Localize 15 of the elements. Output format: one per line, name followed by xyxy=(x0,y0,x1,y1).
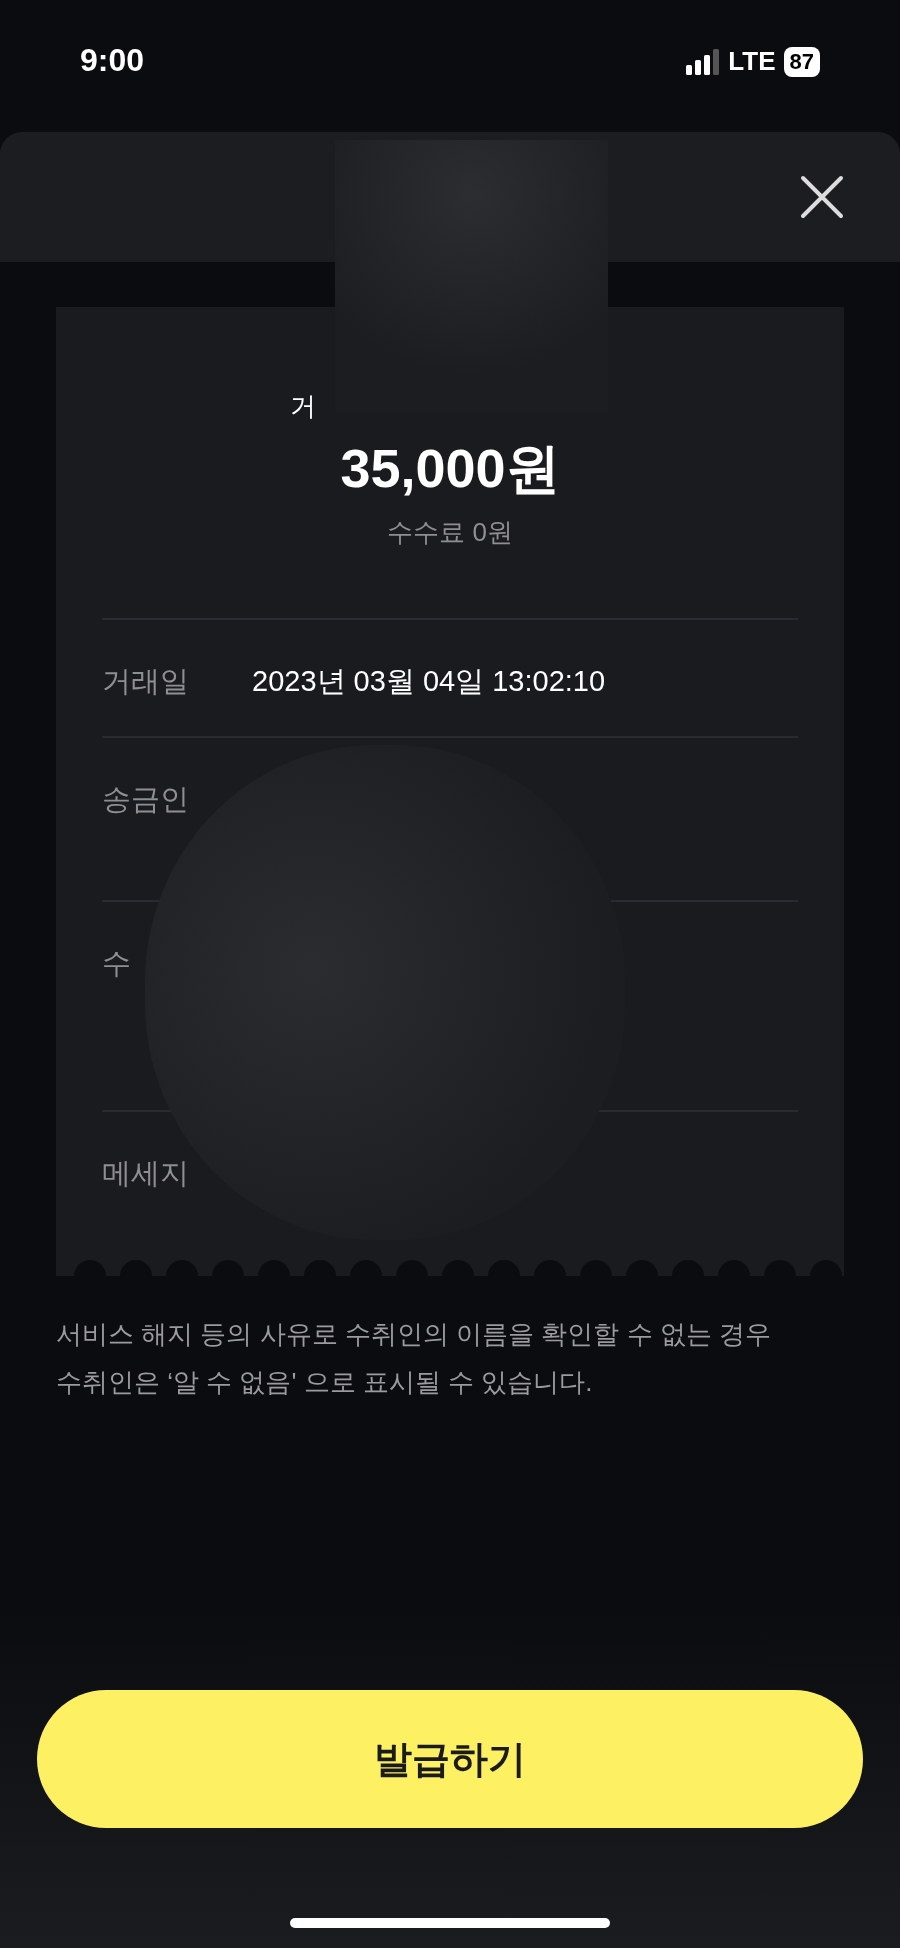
row-label: 송금인 xyxy=(102,782,190,817)
row-label: 수 xyxy=(102,946,132,981)
notice-text: 서비스 해지 등의 사유로 수취인의 이름을 확인할 수 없는 경우 수취인은 ‘알 수 없음' 으로 표시될 수 있습니다. xyxy=(56,1318,772,1399)
status-time: 9:00 xyxy=(80,41,145,80)
signal-icon xyxy=(686,48,721,75)
amount-text: 35,000원 xyxy=(340,437,560,500)
receipt-title: 거 xyxy=(290,390,317,423)
row-label: 메세지 xyxy=(102,1156,190,1191)
battery-indicator: 87 xyxy=(783,46,820,77)
issue-button[interactable]: 발급하기 xyxy=(37,1690,863,1828)
network-label: LTE xyxy=(728,45,776,78)
fee-text: 수수료 0원 xyxy=(387,516,513,549)
close-icon[interactable] xyxy=(800,175,844,219)
row-value: 2023년 03월 04일 13:02:10 xyxy=(252,664,606,699)
row-label: 거래일 xyxy=(102,664,190,699)
